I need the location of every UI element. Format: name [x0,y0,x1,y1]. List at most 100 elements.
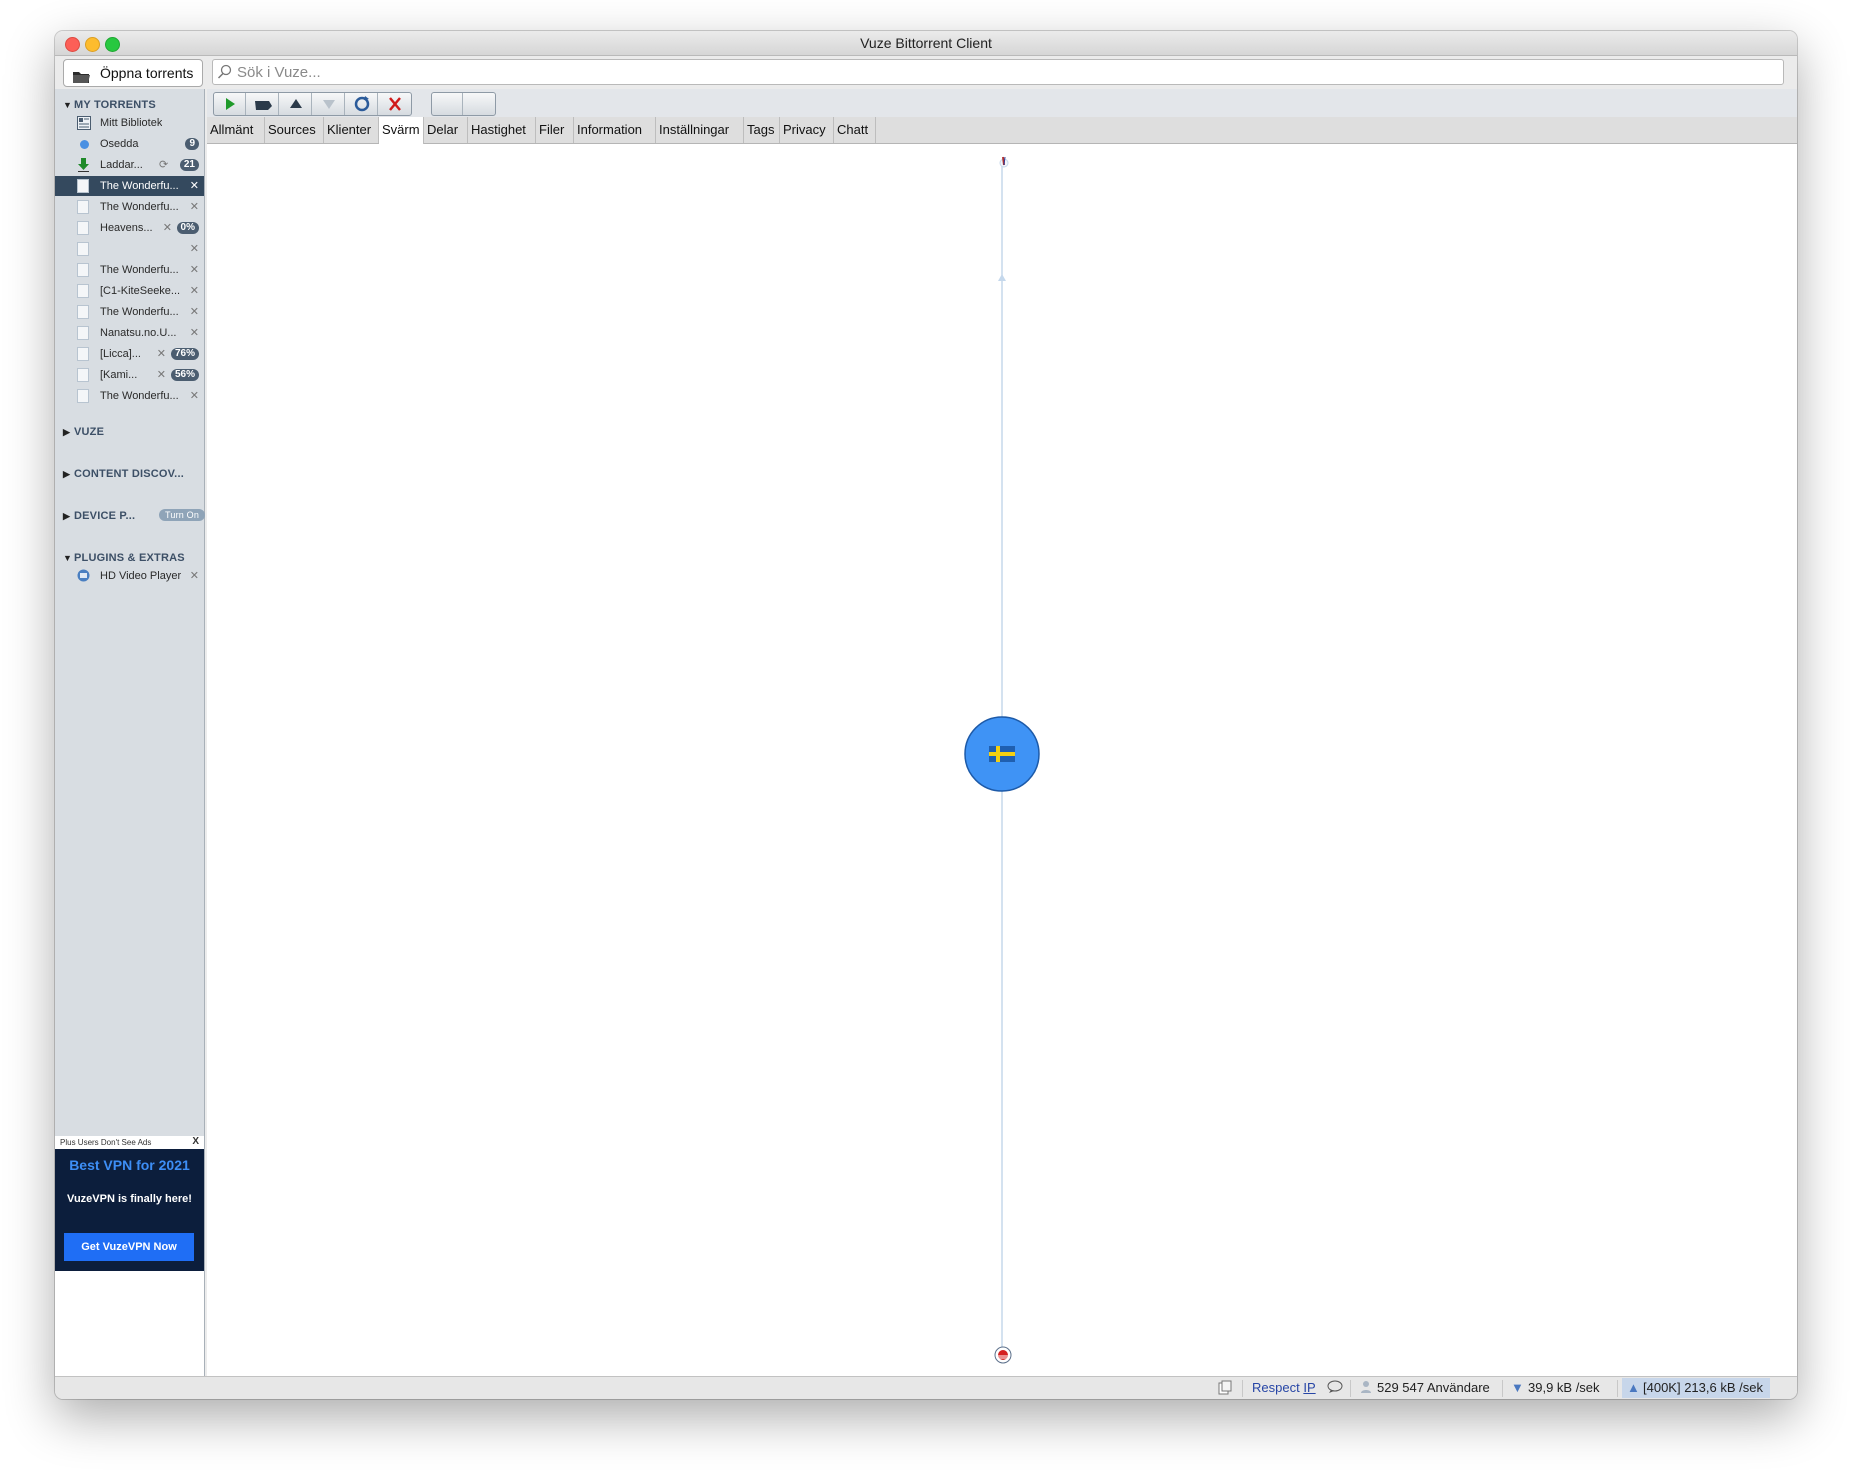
document-icon [77,284,89,298]
expanded-triangle-icon: ▼ [63,100,73,110]
tab-chatt[interactable]: Chatt [834,117,876,143]
my-torrents-header[interactable]: ▼ MY TORRENTS [63,99,156,111]
close-icon[interactable]: ✕ [157,365,166,385]
respect-ip-link[interactable]: Respect IP [1252,1380,1316,1395]
close-icon[interactable]: ✕ [190,260,199,280]
plugins-header[interactable]: ▼ PLUGINS & EXTRAS [63,552,185,564]
view-toggle-right[interactable] [463,93,495,115]
torrent-item[interactable]: ✕ [55,239,204,259]
unseen-dot-icon [80,140,89,149]
close-icon[interactable]: ✕ [190,386,199,406]
detail-tabs: Allmänt Sources Klienter Svärm Delar Has… [207,117,1797,144]
sidebar-item-hd-video-player[interactable]: HD Video Player ✕ [55,566,204,586]
progress-badge: 0% [176,222,199,234]
ad-box: Plus Users Don't See Ads X Best VPN for … [55,1136,204,1376]
search-box[interactable] [212,59,1784,85]
torrent-item[interactable]: Heavens... ✕ 0% [55,218,204,238]
divider [1502,1380,1503,1397]
chat-icon[interactable] [1327,1380,1343,1397]
tab-allmant[interactable]: Allmänt [207,117,265,143]
open-torrents-label: Öppna torrents [100,65,194,81]
device-header[interactable]: ▶ DEVICE P... Turn On [63,509,206,522]
minimize-window-button[interactable] [85,37,100,52]
tab-hastighet[interactable]: Hastighet [468,117,536,143]
ad-banner[interactable]: Best VPN for 2021 VuzeVPN is finally her… [55,1149,204,1271]
close-icon[interactable]: ✕ [190,197,199,217]
ad-close-button[interactable]: X [192,1136,199,1147]
downloading-count-badge: 21 [179,159,199,171]
close-icon[interactable]: ✕ [190,302,199,322]
close-window-button[interactable] [65,37,80,52]
refresh-queue-icon [354,96,370,112]
stop-icon [255,101,272,110]
close-icon[interactable]: ✕ [190,239,199,259]
content-discovery-header[interactable]: ▶ CONTENT DISCOV... [63,468,184,480]
start-button[interactable] [214,93,246,115]
move-up-button[interactable] [280,93,312,115]
divider [1350,1380,1351,1397]
upload-speed-box[interactable]: ▲ [400K] 213,6 kB /sek [1622,1378,1770,1398]
torrent-item[interactable]: [C1-KiteSeeke... ✕ [55,281,204,301]
download-speed[interactable]: 39,9 kB /sek [1528,1380,1600,1395]
tab-installningar[interactable]: Inställningar [656,117,744,143]
torrent-item[interactable]: The Wonderfu... ✕ [55,386,204,406]
document-icon [77,305,89,319]
refresh-icon[interactable]: ⟳ [159,155,168,175]
tab-tags[interactable]: Tags [744,117,780,143]
document-icon [77,221,89,235]
progress-badge: 56% [170,369,199,381]
copy-icon[interactable] [1218,1380,1232,1398]
tab-sources[interactable]: Sources [265,117,324,143]
local-peer-node[interactable] [964,716,1040,792]
collapsed-triangle-icon: ▶ [63,511,71,521]
collapsed-triangle-icon: ▶ [63,427,71,437]
get-vpn-button[interactable]: Get VuzeVPN Now [64,1233,194,1261]
zoom-window-button[interactable] [105,37,120,52]
tab-privacy[interactable]: Privacy [780,117,834,143]
torrent-item[interactable]: [Kami... ✕ 56% [55,365,204,385]
vuze-header[interactable]: ▶ VUZE [63,426,104,438]
move-down-button[interactable] [313,93,345,115]
play-icon [226,98,235,110]
down-icon [323,100,335,109]
torrent-item[interactable]: Nanatsu.no.U... ✕ [55,323,204,343]
peer-node-bottom[interactable] [994,1346,1012,1364]
torrent-item[interactable]: The Wonderfu... ✕ [55,260,204,280]
tab-klienter[interactable]: Klienter [324,117,379,143]
ad-title: Best VPN for 2021 [69,1157,190,1173]
torrent-item[interactable]: The Wonderfu... ✕ [55,197,204,217]
download-arrow-icon [77,158,89,172]
torrent-toolbar [207,89,1797,117]
upload-direction-arrow [998,274,1006,281]
library-icon [77,116,91,130]
torrent-item[interactable]: The Wonderfu... ✕ [55,176,204,196]
tab-filer[interactable]: Filer [536,117,574,143]
sidebar-item-library[interactable]: Mitt Bibliotek [55,113,204,133]
turn-on-button[interactable]: Turn On [159,509,206,521]
document-icon [77,179,89,193]
sidebar-item-unseen[interactable]: Osedda 9 [55,134,204,154]
remove-button[interactable] [379,93,411,115]
close-icon[interactable]: ✕ [190,281,199,301]
close-icon[interactable]: ✕ [190,566,199,586]
top-bar: Öppna torrents [55,56,1797,89]
peer-node-top[interactable] [999,156,1009,168]
torrent-item[interactable]: The Wonderfu... ✕ [55,302,204,322]
close-icon[interactable]: ✕ [190,176,199,196]
torrent-item[interactable]: [Licca]... ✕ 76% [55,344,204,364]
tab-svarm[interactable]: Svärm [379,117,424,144]
document-icon [77,347,89,361]
swarm-view[interactable] [207,144,1797,1376]
close-icon[interactable]: ✕ [190,323,199,343]
search-input[interactable] [237,62,1767,82]
stop-button[interactable] [247,93,279,115]
title-bar: Vuze Bittorrent Client [55,31,1797,56]
tab-information[interactable]: Information [574,117,656,143]
open-torrents-button[interactable]: Öppna torrents [63,59,203,87]
tab-delar[interactable]: Delar [424,117,468,143]
sidebar-item-downloading[interactable]: Laddar... ⟳ 21 [55,155,204,175]
close-icon[interactable]: ✕ [163,218,172,238]
refresh-queue-button[interactable] [346,93,378,115]
view-toggle-left[interactable] [432,93,463,115]
close-icon[interactable]: ✕ [157,344,166,364]
